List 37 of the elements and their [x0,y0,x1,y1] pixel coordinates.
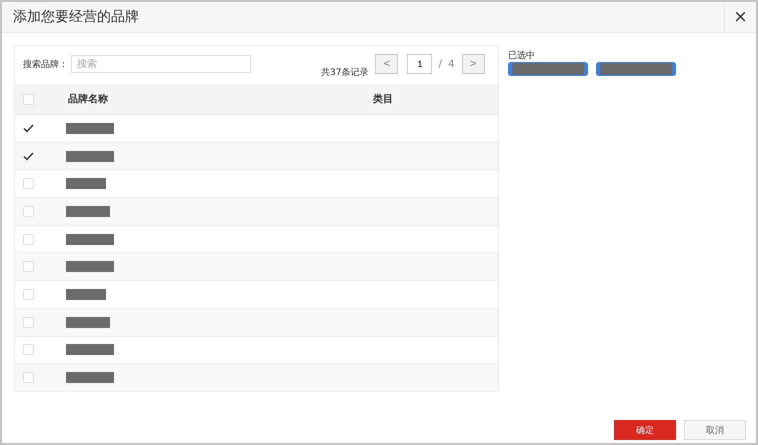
checkbox[interactable] [23,344,34,356]
checkbox[interactable] [23,261,34,272]
redacted-text [66,234,114,245]
redacted-text [66,261,114,272]
close-button[interactable]: × [724,2,756,32]
redacted-text [66,344,114,356]
dialog-title: 添加您要经营的品牌 [12,8,139,26]
check-icon[interactable] [23,152,34,161]
selected-label: 已选中 [508,50,536,62]
page-count: / 4 [438,58,455,70]
confirm-button[interactable]: 确定 [614,420,676,440]
page-field[interactable]: 1 [407,54,432,74]
record-count: 共37条记录 [321,66,368,79]
redacted-text [66,178,106,190]
column-header: 类目 [372,92,394,106]
redacted-text [66,206,110,217]
checkbox[interactable] [23,372,34,384]
column-header: 品牌名称 [67,92,109,106]
checkbox[interactable] [23,178,34,190]
checkbox[interactable] [23,234,34,245]
search-field[interactable]: 搜索 [71,55,251,73]
checkbox[interactable] [23,206,34,217]
previous-page-button[interactable]: < [375,54,398,74]
redacted-text [66,150,114,162]
checkbox[interactable] [23,288,34,300]
redacted-text [66,372,114,384]
checkbox[interactable] [23,94,34,104]
selected-brand-tag[interactable] [596,62,676,76]
cancel-button[interactable]: 取消 [684,420,746,440]
next-page-button[interactable]: > [462,54,485,74]
selected-brand-tag[interactable] [508,62,588,76]
redacted-text [66,288,106,300]
redacted-text [66,316,110,328]
search-label: 搜索品牌： [23,58,68,70]
check-icon[interactable] [23,124,34,133]
redacted-text [66,122,114,134]
checkbox[interactable] [23,316,34,328]
